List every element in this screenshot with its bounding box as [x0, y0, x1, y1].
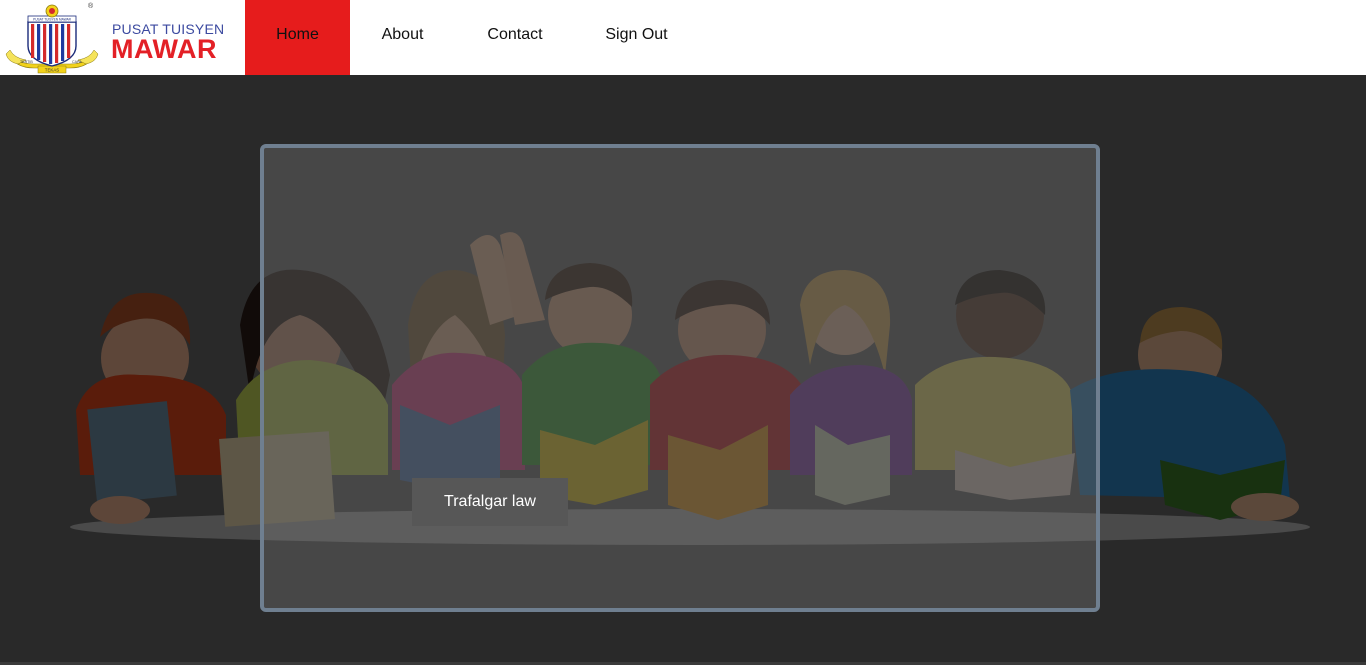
- crest-emblem-icon: TEKAS TERTIB CAPA PUSAT TUISYEN MAWAR ®: [5, 2, 99, 74]
- brand-name-main: MAWAR: [111, 34, 217, 64]
- nav-contact-link[interactable]: Contact: [455, 0, 575, 75]
- crest-banner-bottom: TEKAS: [45, 68, 59, 73]
- brand-logo[interactable]: TEKAS TERTIB CAPA PUSAT TUISYEN MAWAR ® …: [0, 0, 245, 75]
- crest-top-text: PUSAT TUISYEN MAWAR: [33, 18, 72, 22]
- nav-home-link[interactable]: Home: [245, 0, 350, 75]
- top-navbar: TEKAS TERTIB CAPA PUSAT TUISYEN MAWAR ® …: [0, 0, 1366, 75]
- caption-button[interactable]: Trafalgar law: [412, 478, 568, 526]
- crest-banner-right: CAPA: [72, 60, 82, 64]
- nav-about-link[interactable]: About: [350, 0, 455, 75]
- modal-frame: [260, 144, 1100, 612]
- crest-banner-left: TERTIB: [20, 60, 33, 64]
- registered-mark: ®: [88, 2, 94, 10]
- nav-sign-out-link[interactable]: Sign Out: [575, 0, 698, 75]
